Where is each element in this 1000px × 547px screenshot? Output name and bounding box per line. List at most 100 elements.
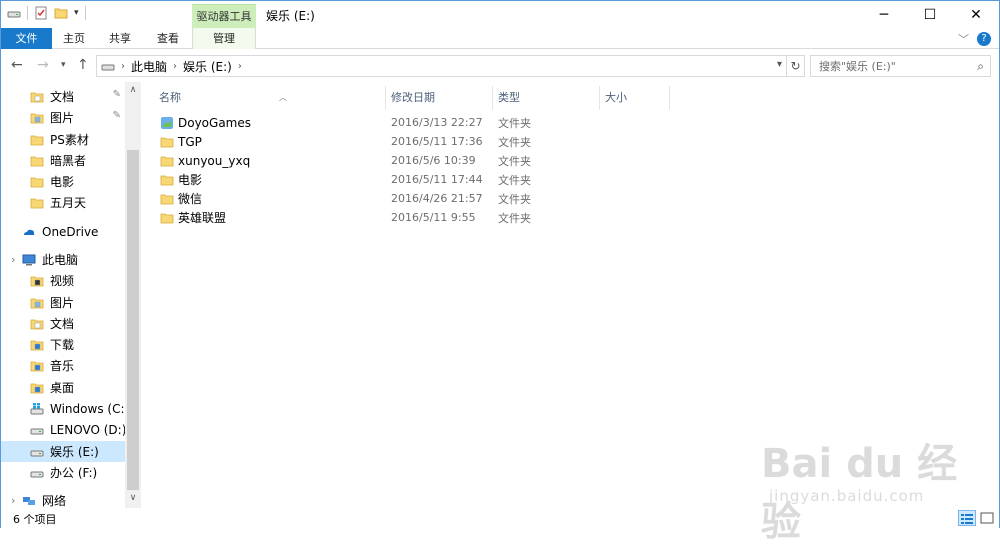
file-modified-date: 2016/3/13 22:27: [391, 116, 483, 129]
nav-item-drive-f[interactable]: 办公 (F:): [1, 462, 125, 483]
folder-icon: [160, 156, 174, 166]
new-folder-icon[interactable]: [54, 6, 68, 20]
expand-chevron-icon[interactable]: ›: [11, 253, 15, 266]
nav-item-label: 文档: [50, 317, 75, 331]
folder-icon: [160, 175, 174, 185]
nav-item-onedrive[interactable]: OneDrive: [1, 221, 125, 242]
address-dropdown-icon[interactable]: ▾: [777, 59, 782, 70]
tab-view[interactable]: 查看: [144, 28, 192, 49]
back-arrow-icon: ←: [11, 57, 23, 73]
nav-item-pictures-pc[interactable]: 图片: [1, 292, 125, 313]
tab-home[interactable]: 主页: [52, 28, 96, 49]
help-icon[interactable]: ?: [977, 32, 991, 46]
breadcrumb-this-pc[interactable]: 此电脑: [131, 58, 167, 75]
file-row[interactable]: 英雄联盟 2016/5/11 9:55 文件夹: [156, 208, 556, 227]
nav-item-pictures[interactable]: 图片 ✎: [1, 107, 125, 128]
nav-item-label: 五月天: [50, 196, 87, 210]
tab-manage[interactable]: 管理: [192, 28, 256, 50]
breadcrumb-separator-icon[interactable]: ›: [173, 61, 177, 72]
file-name: 英雄联盟: [178, 211, 227, 225]
file-row[interactable]: DoyoGames 2016/3/13 22:27 文件夹: [156, 113, 556, 132]
item-count: 6 个项目: [13, 513, 57, 526]
nav-item-drive-d[interactable]: LENOVO (D:): [1, 419, 126, 440]
column-header-name-label: 名称: [159, 91, 181, 104]
nav-item-label: 桌面: [50, 381, 75, 395]
file-modified-date: 2016/4/26 21:57: [391, 192, 483, 205]
nav-item-movies[interactable]: 电影: [1, 171, 125, 192]
nav-item-label: 音乐: [50, 359, 75, 373]
nav-item-label: PS素材: [50, 133, 89, 147]
address-bar[interactable]: › 此电脑 › 娱乐 (E:) › ▾: [96, 55, 787, 77]
nav-item-videos[interactable]: 视频: [1, 270, 125, 291]
nav-item-documents-pc[interactable]: 文档: [1, 313, 125, 334]
nav-item-desktop[interactable]: 桌面: [1, 377, 125, 398]
nav-item-ps-assets[interactable]: PS素材: [1, 129, 125, 150]
breadcrumb-separator-icon[interactable]: ›: [121, 61, 125, 72]
breadcrumb-separator-icon[interactable]: ›: [238, 61, 242, 72]
nav-item-label: 图片: [50, 111, 75, 125]
chevron-down-icon: ▾: [61, 60, 66, 70]
nav-item-label: 网络: [42, 494, 67, 508]
nav-item-documents[interactable]: 文档 ✎: [1, 86, 125, 107]
nav-scrollbar[interactable]: ∧ ∨: [125, 82, 141, 508]
column-header-name[interactable]: 名称 ︿: [154, 86, 386, 110]
expand-ribbon-icon[interactable]: ﹀: [958, 31, 969, 47]
folder-icon: [160, 137, 174, 147]
properties-icon[interactable]: [34, 6, 48, 20]
search-input[interactable]: 搜索"娱乐 (E:)" ⌕: [810, 55, 991, 77]
scroll-thumb[interactable]: [127, 150, 139, 490]
drive-icon: [7, 11, 21, 18]
file-type: 文件夹: [498, 154, 531, 168]
file-row[interactable]: 微信 2016/4/26 21:57 文件夹: [156, 189, 556, 208]
file-type: 文件夹: [498, 135, 531, 149]
file-modified-date: 2016/5/11 9:55: [391, 211, 476, 224]
close-button[interactable]: ✕: [953, 1, 999, 28]
recent-locations-button[interactable]: ▾: [61, 60, 66, 70]
minimize-button[interactable]: ─: [861, 1, 907, 28]
refresh-button[interactable]: ↻: [787, 55, 805, 77]
scroll-up-icon[interactable]: ∧: [125, 82, 141, 98]
forward-arrow-icon: →: [37, 57, 49, 73]
maximize-button[interactable]: ☐: [907, 1, 953, 28]
nav-item-this-pc[interactable]: › 此电脑: [1, 249, 125, 270]
network-icon: [23, 496, 35, 505]
tab-share[interactable]: 共享: [96, 28, 144, 49]
customize-qat-icon[interactable]: ▾: [74, 8, 79, 18]
search-icon[interactable]: ⌕: [977, 59, 984, 74]
folder-icon: [160, 213, 174, 223]
nav-item-drive-c[interactable]: Windows (C:): [1, 398, 129, 419]
downloads-folder-icon: [30, 340, 44, 350]
window-title: 娱乐 (E:): [266, 9, 315, 23]
file-row[interactable]: 电影 2016/5/11 17:44 文件夹: [156, 170, 556, 189]
title-bar: ▾ 驱动器工具 娱乐 (E:) ─ ☐ ✕: [1, 1, 999, 28]
document-folder-icon: [30, 92, 44, 102]
nav-item-dark-folder[interactable]: 暗黑者: [1, 150, 125, 171]
tab-file[interactable]: 文件: [1, 28, 52, 49]
file-row[interactable]: TGP 2016/5/11 17:36 文件夹: [156, 132, 556, 151]
expand-chevron-icon[interactable]: ›: [11, 494, 15, 507]
file-row[interactable]: xunyou_yxq 2016/5/6 10:39 文件夹: [156, 151, 556, 170]
column-header-type[interactable]: 类型: [493, 86, 600, 110]
file-name: 电影: [178, 173, 203, 187]
back-button[interactable]: ←: [11, 57, 23, 73]
nav-item-downloads[interactable]: 下载: [1, 334, 125, 355]
nav-item-label: 下载: [50, 338, 75, 352]
column-header-date[interactable]: 修改日期: [386, 86, 493, 110]
music-folder-icon: [30, 361, 44, 371]
file-modified-date: 2016/5/6 10:39: [391, 154, 476, 167]
scroll-down-icon[interactable]: ∨: [125, 490, 141, 506]
nav-item-mayday[interactable]: 五月天: [1, 192, 125, 213]
nav-item-drive-e[interactable]: 娱乐 (E:): [1, 441, 125, 462]
drive-icon: [30, 428, 44, 434]
nav-item-network[interactable]: › 网络: [1, 490, 125, 508]
file-name: DoyoGames: [178, 115, 252, 130]
forward-button[interactable]: →: [37, 57, 49, 73]
nav-item-label: 电影: [50, 175, 75, 189]
column-header-size[interactable]: 大小: [600, 86, 670, 110]
this-pc-icon: [22, 254, 36, 265]
address-row: ← → ▾ ↑ › 此电脑 › 娱乐 (E:) › ▾ ↻ 搜索"娱乐 (E:)…: [1, 49, 999, 82]
nav-item-music[interactable]: 音乐: [1, 355, 125, 376]
up-button[interactable]: ↑: [77, 57, 89, 73]
file-modified-date: 2016/5/11 17:36: [391, 135, 483, 148]
breadcrumb-drive-e[interactable]: 娱乐 (E:): [183, 58, 232, 75]
